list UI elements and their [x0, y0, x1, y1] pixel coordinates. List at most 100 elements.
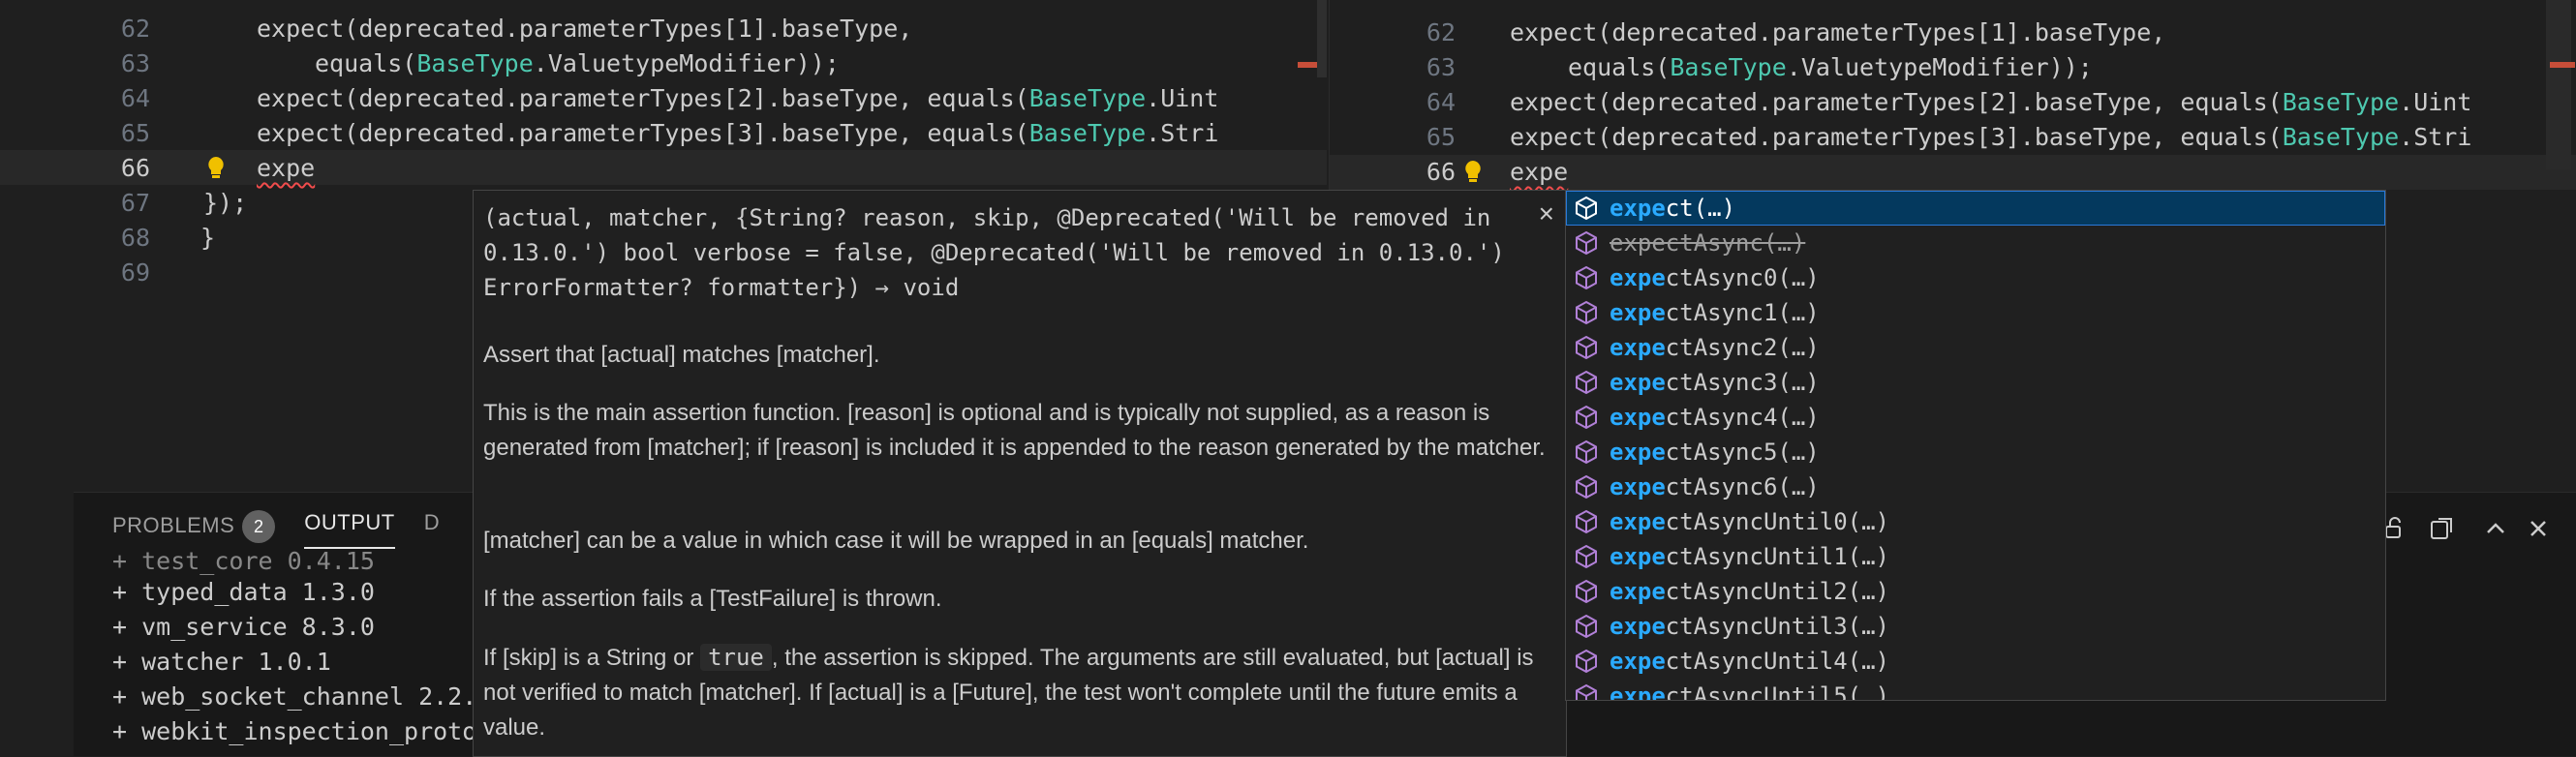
method-cube-icon [1574, 474, 1599, 500]
code-line[interactable]: 62 expect(deprecated.parameterTypes[1].ba… [0, 12, 1327, 46]
match-highlight: expe [1610, 648, 1666, 675]
line-number: 66 [1426, 158, 1456, 186]
code-line[interactable]: 66 expe [1330, 155, 2576, 190]
output-line: + watcher 1.0.1 [112, 648, 331, 676]
method-cube-icon [1574, 439, 1599, 465]
code-line[interactable]: 65 expect(deprecated.parameterTypes[3].ba… [0, 116, 1327, 151]
code-line[interactable]: 64 expect(deprecated.parameterTypes[2].ba… [1330, 85, 2576, 120]
class-name: BaseType [2282, 88, 2400, 116]
class-name: BaseType [1028, 119, 1147, 147]
problems-count-badge: 2 [242, 510, 276, 543]
line-number: 62 [1426, 18, 1456, 46]
method-cube-icon [1574, 300, 1599, 325]
code-text: }); [203, 189, 248, 217]
line-number: 65 [1426, 123, 1456, 151]
line-number: 67 [120, 189, 150, 217]
code-text: expe [257, 151, 315, 186]
suggestion-item[interactable]: expectAsync5(…) [1566, 435, 2385, 469]
output-line: + vm_service 8.3.0 [112, 613, 375, 641]
code-text: expect(deprecated.parameterTypes[1].base… [1510, 18, 2166, 46]
code-line[interactable]: 65 expect(deprecated.parameterTypes[3].ba… [1330, 120, 2576, 155]
suggestion-item[interactable]: expectAsyncUntil3(…) [1566, 609, 2385, 644]
doc-paragraph: If [skip] is a String or true, the asser… [483, 644, 1534, 741]
suggestion-item[interactable]: expectAsyncUntil4(…) [1566, 644, 2385, 679]
suggestion-item[interactable]: expectAsync1(…) [1566, 295, 2385, 330]
code-line[interactable]: 64 expect(deprecated.parameterTypes[2].ba… [0, 81, 1327, 116]
line-number: 63 [120, 49, 150, 77]
tab-output[interactable]: OUTPUT [304, 510, 395, 549]
code-line[interactable]: 63 equals(BaseType.ValuetypeModifier)); [1330, 50, 2576, 85]
maximize-panel-icon[interactable] [2483, 516, 2508, 541]
suggestion-item[interactable]: expectAsyncUntil5(…) [1566, 679, 2385, 700]
line-number: 69 [120, 258, 150, 287]
code-line[interactable]: 63 equals(BaseType.ValuetypeModifier)); [0, 46, 1327, 81]
suggestion-item[interactable]: expectAsyncUntil0(…) [1566, 504, 2385, 539]
code-text: expect(deprecated.parameterTypes[3].base… [257, 119, 1219, 147]
lightbulb-icon[interactable] [1463, 159, 1483, 186]
inline-code: true [700, 644, 772, 671]
error-squiggle: expe [1510, 158, 1569, 186]
code-line[interactable]: 62 expect(deprecated.parameterTypes[1].ba… [1330, 15, 2576, 50]
match-highlight: expe [1610, 543, 1666, 570]
line-number: 64 [120, 84, 150, 112]
code-text: expect(deprecated.parameterTypes[3].base… [1510, 123, 2472, 151]
panel-tabs: PROBLEMS 2 OUTPUT D [112, 510, 440, 549]
code-text: expect(deprecated.parameterTypes[2].base… [1510, 88, 2472, 116]
match-highlight: expe [1610, 508, 1666, 535]
close-panel-icon[interactable] [2526, 516, 2551, 541]
minimap-marker-2 [2550, 62, 2575, 68]
scrollbar[interactable] [2546, 0, 2571, 169]
suggestion-item[interactable]: expectAsync3(…) [1566, 365, 2385, 400]
function-signature: (actual, matcher, {String? reason, skip,… [483, 204, 1505, 301]
method-cube-icon [1574, 509, 1599, 534]
code-text: expect(deprecated.parameterTypes[2].base… [257, 84, 1219, 112]
method-cube-icon [1574, 265, 1599, 290]
match-highlight: expe [1610, 264, 1666, 291]
scrollbar[interactable] [1317, 0, 1327, 77]
method-cube-icon [1574, 405, 1599, 430]
suggestion-item[interactable]: expectAsync(…) [1566, 226, 2385, 260]
open-in-editor-icon[interactable] [2429, 516, 2454, 541]
method-cube-icon [1574, 614, 1599, 639]
line-number: 64 [1426, 88, 1456, 116]
close-icon[interactable]: × [1539, 198, 1554, 229]
suggestion-item[interactable]: expectAsync4(…) [1566, 400, 2385, 435]
error-squiggle: expe [257, 154, 316, 182]
method-cube-icon [1574, 370, 1599, 395]
match-highlight: expe [1610, 578, 1666, 605]
suggest-widget[interactable]: expect(…) expectAsync(…) expectAsync0(…) ex… [1565, 190, 2386, 701]
doc-paragraph: This is the main assertion function. [re… [483, 400, 1546, 461]
doc-paragraph: [matcher] can be a value in which case i… [483, 528, 1309, 554]
line-number: 62 [120, 15, 150, 43]
match-highlight: expe [1610, 369, 1666, 396]
code-text: equals(BaseType.ValuetypeModifier)); [315, 49, 840, 77]
suggestion-item[interactable]: expect(…) [1566, 191, 2385, 226]
suggestion-item[interactable]: expectAsyncUntil1(…) [1566, 539, 2385, 574]
method-cube-icon [1574, 230, 1599, 256]
method-cube-icon [1574, 335, 1599, 360]
tab-problems[interactable]: PROBLEMS 2 [112, 510, 276, 549]
line-number: 65 [120, 119, 150, 147]
class-name: BaseType [1028, 84, 1147, 112]
match-highlight: expe [1610, 473, 1666, 500]
tab-debug[interactable]: D [424, 510, 440, 549]
hover-documentation: (actual, matcher, {String? reason, skip,… [473, 190, 1567, 757]
method-cube-icon [1574, 649, 1599, 674]
output-line: + test_core 0.4.15 [112, 547, 375, 575]
suggestion-item[interactable]: expectAsync6(…) [1566, 469, 2385, 504]
code-text: expe [1510, 155, 1568, 190]
code-line[interactable]: 66 expe [0, 151, 1327, 186]
class-name: BaseType [2282, 123, 2400, 151]
line-number: 63 [1426, 53, 1456, 81]
code-text: } [200, 224, 216, 252]
method-cube-icon [1574, 196, 1599, 221]
code-text: equals(BaseType.ValuetypeModifier)); [1568, 53, 2093, 81]
lightbulb-icon[interactable] [206, 155, 226, 182]
suggestion-item[interactable]: expectAsyncUntil2(…) [1566, 574, 2385, 609]
match-highlight: expe [1610, 404, 1666, 431]
code-text: expect(deprecated.parameterTypes[1].base… [257, 15, 913, 43]
method-cube-icon [1574, 683, 1599, 700]
suggestion-item[interactable]: expectAsync0(…) [1566, 260, 2385, 295]
suggestion-item[interactable]: expectAsync2(…) [1566, 330, 2385, 365]
output-line: + typed_data 1.3.0 [112, 578, 375, 606]
